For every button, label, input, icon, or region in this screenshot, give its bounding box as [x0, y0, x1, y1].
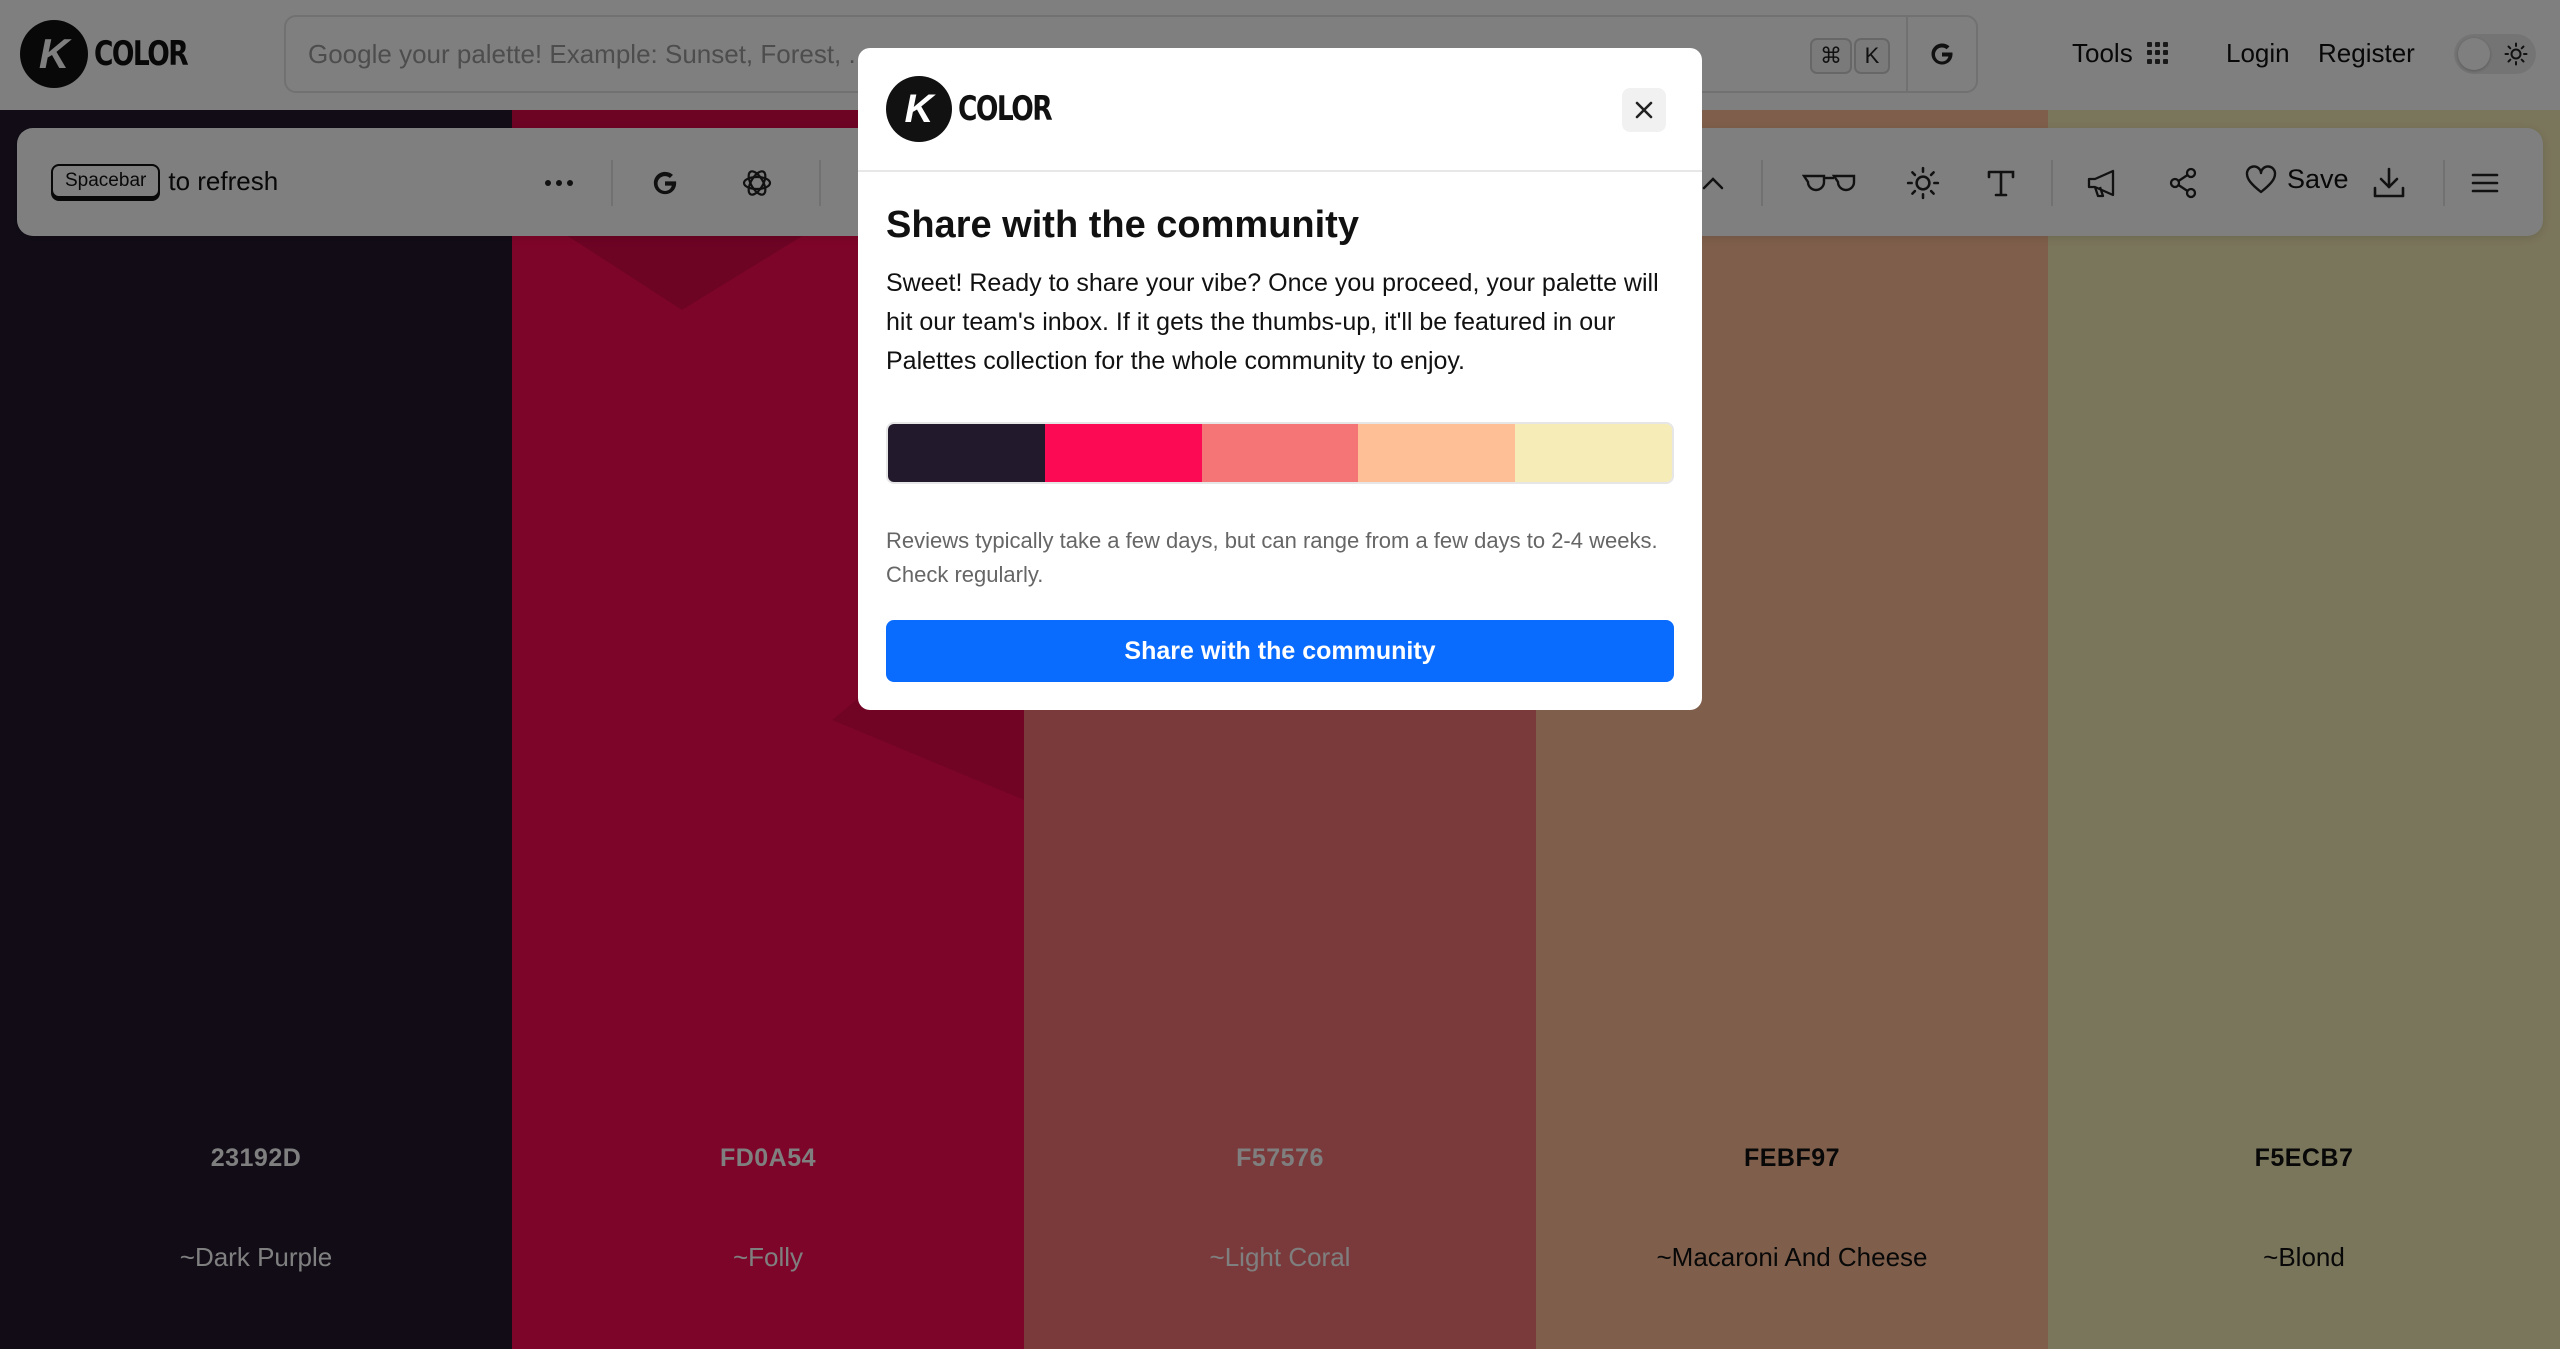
modal-header: K COLOR — [858, 48, 1702, 172]
preview-swatch — [1201, 424, 1359, 482]
logo-wordmark: COLOR — [958, 89, 1053, 129]
preview-swatch — [1358, 424, 1516, 482]
preview-swatch — [1515, 424, 1672, 482]
modal-logo: K COLOR — [886, 76, 1077, 142]
share-community-modal: K COLOR Share with the community Sweet! … — [858, 48, 1702, 710]
close-button[interactable] — [1622, 88, 1666, 132]
preview-swatch — [888, 424, 1045, 482]
preview-swatch — [1044, 424, 1202, 482]
review-note: Reviews typically take a few days, but c… — [886, 528, 1658, 587]
modal-title: Share with the community — [886, 204, 1359, 246]
modal-description: Sweet! Ready to share your vibe? Once yo… — [886, 269, 1659, 375]
logo-mark: K — [886, 76, 952, 142]
close-icon — [1635, 101, 1653, 119]
palette-preview-strip — [886, 422, 1674, 484]
share-with-community-button[interactable]: Share with the community — [886, 620, 1674, 682]
